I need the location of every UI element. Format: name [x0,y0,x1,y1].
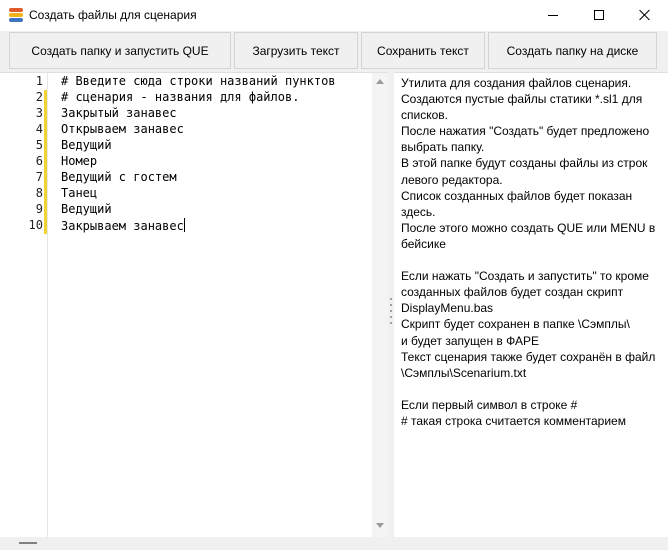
editor-line[interactable]: # Введите сюда строки названий пунктов [61,74,336,88]
line-number: 8 [35,186,43,200]
info-text-line: \Сэмплы\Scenarium.txt [401,365,527,380]
line-number: 6 [35,154,43,168]
info-text-line: Утилита для создания файлов сценария. [401,76,632,90]
editor-line[interactable]: # сценария - названия для файлов. [61,90,299,104]
editor-line-text: # сценария - названия для файлов. [61,90,300,104]
line-number-gutter: 1 2 3 4 5 6 7 8 9 10 [0,73,58,538]
text-caret [183,218,185,232]
editor-line[interactable]: Закрытый занавес [61,106,177,120]
scroll-up-arrow-icon[interactable] [376,79,384,84]
info-text-line: Скрипт будет сохранен в папке \Сэмплы\ [401,317,630,332]
line-number: 1 [35,74,43,88]
line-number: 4 [35,122,43,136]
info-text-line: списков. [401,108,448,123]
editor-line-text: Номер [61,154,98,168]
editor-text-area[interactable]: # Введите сюда строки названий пунктов # … [61,73,369,538]
create-folder-on-disk-button[interactable]: Создать папку на диске [488,32,657,69]
info-text-line: левого редактора. [401,172,503,187]
maximize-button[interactable] [576,0,622,31]
info-text-line: После этого можно создать QUE или MENU в [401,220,656,235]
save-text-button[interactable]: Сохранить текст [361,32,485,69]
editor-line-text: Ведущий [61,138,112,152]
info-text-line: # такая строка считается комментарием [401,413,626,428]
vertical-scrollbar[interactable] [372,73,388,538]
line-number: 3 [35,106,43,120]
info-panel[interactable]: Утилита для создания файлов сценария. Соз… [394,72,668,537]
info-text-line: выбрать папку. [401,140,485,155]
info-text-line: Создаются пустые файлы статики *.sl1 для [401,92,643,107]
editor-line[interactable]: Ведущий [61,138,112,152]
info-text-line [401,381,668,397]
create-folder-run-que-button[interactable]: Создать папку и запустить QUE [9,32,231,69]
splitter-grip-dot [390,304,392,306]
line-number: 10 [28,218,43,232]
info-text-line: Текст сценария также будет сохранён в фа… [401,349,656,364]
info-text-line: и будет запущен в ФАРЕ [401,333,539,348]
status-bar [0,537,668,550]
load-text-button[interactable]: Загрузить текст [234,32,358,69]
editor-line-text: # Введите сюда строки названий пунктов [61,74,336,88]
editor-line[interactable]: Открываем занавес [61,122,184,136]
splitter-grip-dot [390,322,392,324]
editor-line[interactable]: Ведущий с гостем [61,170,177,184]
info-text-line: Список созданных файлов будет показан [401,188,633,203]
resize-grip-icon[interactable] [19,542,37,544]
info-text-line: DisplayMenu.bas [401,301,494,316]
maximize-icon [594,10,604,20]
info-text-line: Если нажать "Создать и запустить" то кро… [401,269,649,284]
editor-line-text: Закрываем занавес [61,219,184,233]
scroll-down-arrow-icon[interactable] [376,523,384,528]
gutter-divider [47,73,48,538]
code-editor[interactable]: 1 2 3 4 5 6 7 8 9 10 # Введите сюда строки назван… [0,72,388,538]
editor-line-text: Ведущий с гостем [61,170,177,184]
editor-line[interactable]: Закрываем занавес [61,218,185,233]
line-number: 7 [35,170,43,184]
line-number: 9 [35,202,43,216]
toolbar: Создать папку и запустить QUE Загрузить … [0,31,668,70]
info-text-line [401,252,668,268]
info-text-line: Если первый символ в строке # [401,397,578,412]
line-number: 2 [35,90,43,104]
close-button[interactable] [622,0,668,31]
stack-icon [9,8,23,23]
splitter-grip-dot [390,316,392,318]
splitter-grip-dot [390,310,392,312]
close-icon [639,8,651,22]
editor-line[interactable]: Ведущий [61,202,112,216]
line-number: 5 [35,138,43,152]
info-text-line: здесь. [401,204,436,219]
info-text-line: В этой папке будут созданы файлы из стро… [401,156,648,171]
editor-line[interactable]: Танец [61,186,97,200]
minimize-button[interactable] [530,0,576,31]
editor-line-text: Танец [61,186,98,200]
editor-line-text: Ведущий [61,202,112,216]
editor-line[interactable]: Номер [61,154,97,168]
editor-line-text: Закрытый занавес [61,106,177,120]
info-text-line: После нажатия "Создать" будет предложено [401,124,650,139]
editor-line-text: Открываем занавес [61,122,184,136]
info-text-line: созданных файлов будет создан скрипт [401,285,624,300]
title-bar[interactable]: Создать файлы для сценария [0,0,668,31]
window-title: Создать файлы для сценария [29,8,197,22]
minimize-icon [548,15,558,16]
info-text-line: бейсике [401,236,446,251]
splitter-grip-dot [390,298,392,300]
